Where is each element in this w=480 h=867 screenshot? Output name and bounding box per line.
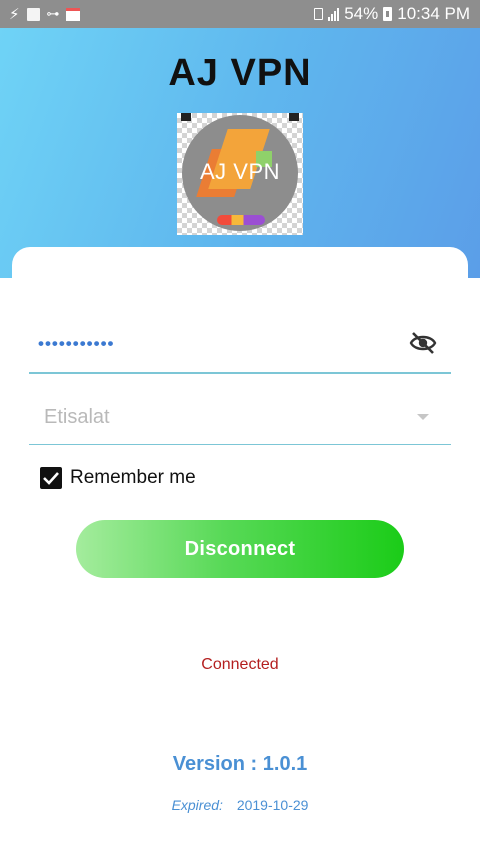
server-select-value[interactable]: Etisalat [44,406,110,429]
disconnect-button[interactable]: Disconnect [76,520,404,578]
expiry-info: Expired: 2019-10-29 [0,797,480,813]
remember-me-label[interactable]: Remember me [70,467,196,489]
calendar-icon [65,7,80,21]
notification-icons: ⚡ ⊶ [0,5,80,23]
signal-icon [328,7,340,21]
sim-icon [314,8,324,20]
chevron-down-icon[interactable] [417,414,429,420]
logo-corner-mark [289,113,299,121]
status-bar: ⚡ ⊶ 54% 10:34 PM [0,0,480,28]
logo-corner-mark [181,113,191,121]
app-title: AJ VPN [168,52,312,94]
version-label: Version : 1.0.1 [172,753,308,775]
expired-date: 2019-10-29 [236,797,309,813]
flash-icon: ⚡ [9,6,20,23]
remember-me-checkbox[interactable] [40,467,62,489]
app-logo: AJ VPN [177,113,303,235]
document-icon [26,7,40,21]
battery-icon [383,7,393,21]
logo-text: AJ VPN [199,159,281,184]
password-value[interactable]: ••••••••••• [38,334,114,354]
remember-me-row[interactable]: Remember me [40,467,196,489]
visibility-off-icon[interactable] [409,331,437,355]
system-icons: 54% 10:34 PM [314,4,480,24]
vpn-key-icon: ⊶ [46,6,60,21]
expired-label: Expired: [171,797,223,813]
password-field[interactable]: ••••••••••• [29,320,451,374]
clock-time: 10:34 PM [397,4,470,23]
battery-percent: 54% [344,4,379,23]
logo-color-bar [217,215,265,225]
connection-status: Connected [201,656,279,673]
check-icon [43,472,59,485]
server-select[interactable]: Etisalat [29,392,451,445]
